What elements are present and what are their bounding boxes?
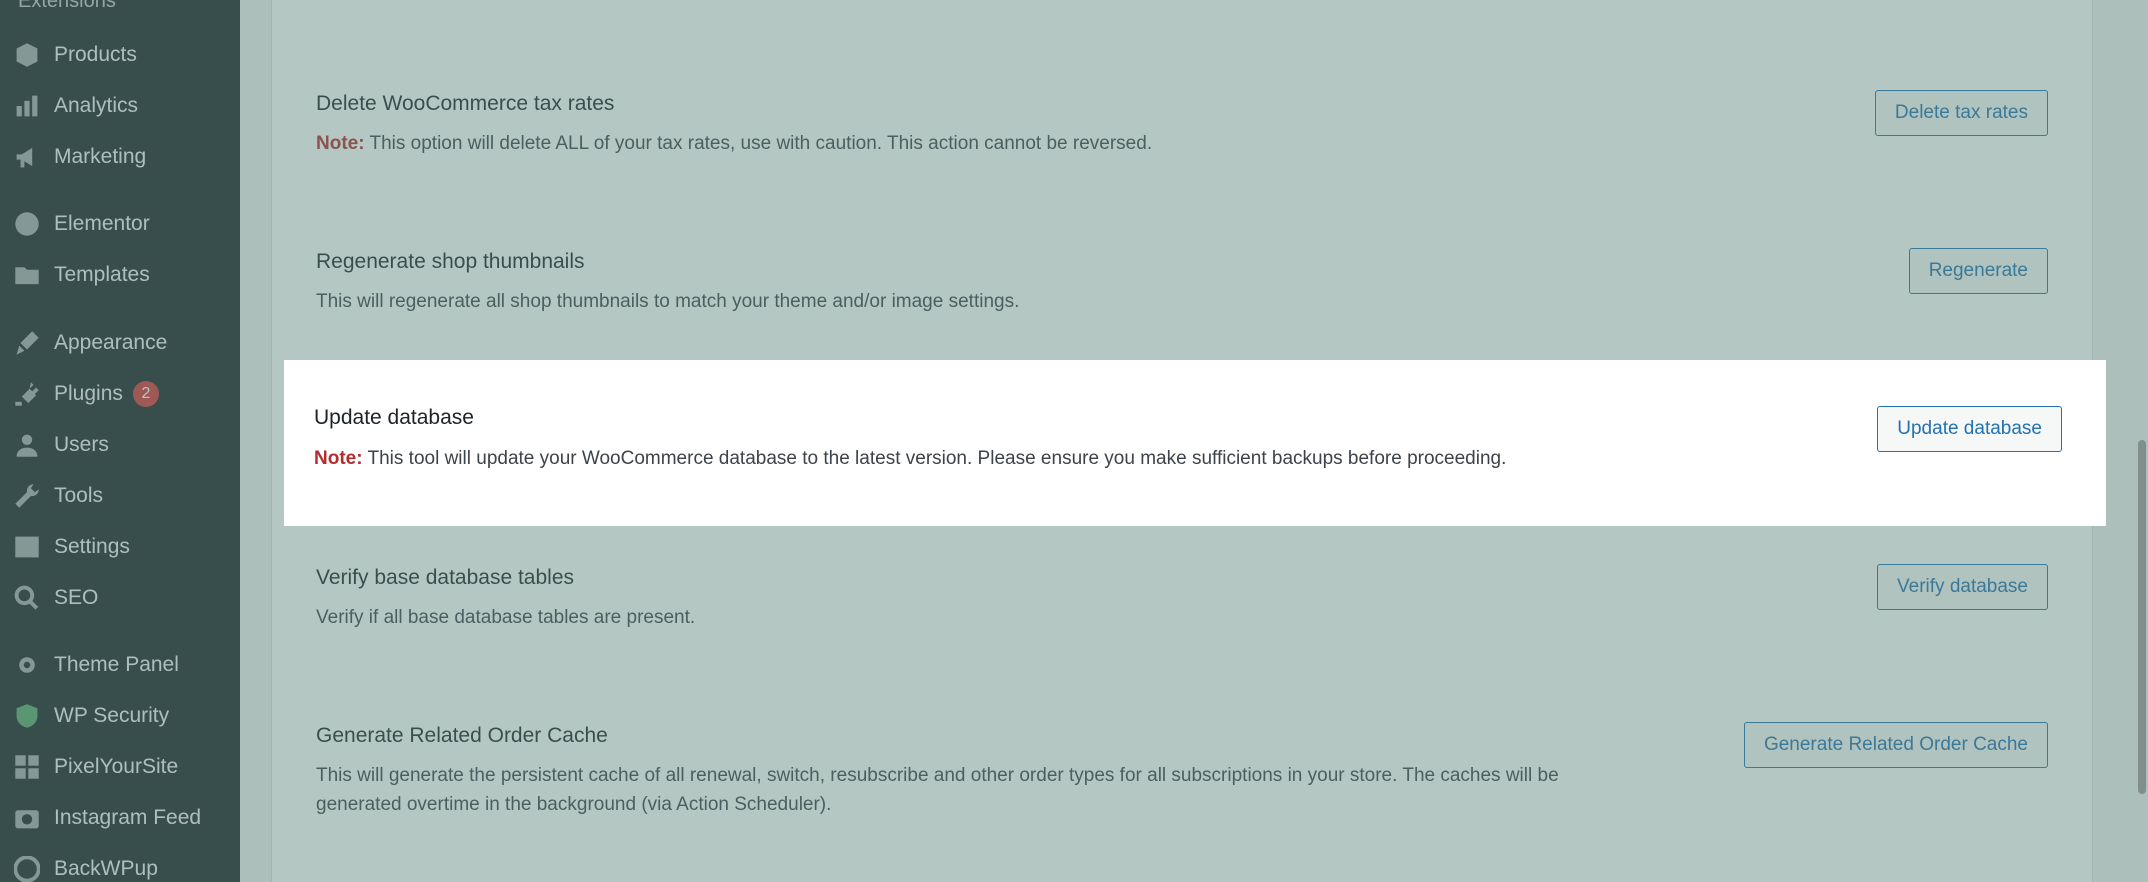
megaphone-icon [12,142,42,172]
sidebar-item-tools[interactable]: Tools [0,474,240,518]
folder-icon [12,260,42,290]
sidebar-item-label: Appearance [54,331,168,354]
user-icon [12,430,42,460]
generate-related-order-cache-button[interactable]: Generate Related Order Cache [1743,722,2048,768]
tool-description: This will regenerate all shop thumbnails… [316,291,1020,312]
sidebar-item-label: SEO [54,586,99,609]
sidebar-item-plugins[interactable]: Plugins 2 [0,372,240,416]
page-scrollbar[interactable] [2138,440,2146,794]
note-label: Note: [316,133,365,154]
sidebar-item-pixelyoursite[interactable]: PixelYourSite [0,745,240,789]
camera-icon [12,803,42,833]
paintbrush-icon [12,328,42,358]
verify-database-button[interactable]: Verify database [1877,564,2048,610]
sidebar-item-label: PixelYourSite [54,755,179,778]
tool-description-text: This option will delete ALL of your tax … [364,133,1153,154]
settings-icon [12,532,42,562]
gear-icon [12,650,42,680]
sidebar-item-marketing[interactable]: Marketing [0,135,240,179]
sidebar-item-appearance[interactable]: Appearance [0,321,240,365]
sidebar-item-seo[interactable]: SEO [0,576,240,620]
sidebar-item-products[interactable]: Products [0,33,240,77]
tool-row-regenerate-thumbnails: Regenerate shop thumbnails This will reg… [272,160,2092,360]
plugins-update-badge: 2 [132,381,159,407]
sidebar-item-settings[interactable]: Settings [0,525,240,569]
tool-description-text: This tool will update your WooCommerce d… [362,448,1507,469]
sidebar-item-label: Elementor [54,212,150,235]
tool-row-update-database: Update database Note: This tool will upd… [284,360,2106,526]
delete-tax-rates-button[interactable]: Delete tax rates [1874,90,2048,136]
sidebar-item-analytics[interactable]: Analytics [0,84,240,128]
tool-description: Verify if all base database tables are p… [316,607,696,628]
search-icon [12,583,42,613]
tool-row-verify-database: Verify base database tables Verify if al… [272,526,2092,676]
grid-icon [12,752,42,782]
sidebar-item-users[interactable]: Users [0,423,240,467]
sidebar-item-label: Products [54,43,137,66]
note-label: Note: [314,448,363,469]
tool-description: Note: This tool will update your WooComm… [314,444,1506,473]
tool-row-generate-related-order-cache: Generate Related Order Cache This will g… [272,676,2092,882]
sidebar-item-label: Plugins [54,382,123,405]
sidebar-item-label: WP Security [54,704,170,727]
plug-icon [12,379,42,409]
sidebar-item-elementor[interactable]: Elementor [0,202,240,246]
sidebar-item-templates[interactable]: Templates [0,253,240,297]
elementor-icon [12,209,42,239]
tool-description: This will generate the persistent cache … [316,765,1559,815]
sidebar-item-label: Analytics [54,94,139,117]
tool-title: Update database [314,406,474,429]
wrench-icon [12,481,42,511]
tool-title: Regenerate shop thumbnails [316,250,585,273]
sidebar-item-label: Users [54,433,109,456]
sidebar-item-label: Theme Panel [54,653,179,676]
sidebar-item-wp-security[interactable]: WP Security [0,694,240,738]
sidebar-item-label: Templates [54,263,150,286]
update-database-button[interactable]: Update database [1877,406,2062,452]
sidebar-item-label: Marketing [54,145,147,168]
box-icon [12,40,42,70]
tool-description: Note: This option will delete ALL of you… [316,129,1616,158]
sidebar-item-label: Instagram Feed [54,806,202,829]
sidebar-item-label: Tools [54,484,104,507]
tool-title: Verify base database tables [316,566,575,589]
tool-title: Generate Related Order Cache [316,724,608,747]
tool-title: Delete WooCommerce tax rates [316,92,615,115]
regenerate-button[interactable]: Regenerate [1908,248,2048,294]
shield-icon [12,701,42,731]
sidebar-item-theme-panel[interactable]: Theme Panel [0,643,240,687]
sidebar-item-label: Settings [54,535,130,558]
sidebar-item-instagram-feed[interactable]: Instagram Feed [0,796,240,840]
admin-sidebar: Extensions Products Analytics Marketing … [0,0,240,882]
backup-icon [12,854,42,882]
tool-row-delete-tax-rates: Delete WooCommerce tax rates Note: This … [272,0,2092,160]
sidebar-item-label: BackWPup [54,857,158,880]
sidebar-item-backwpup[interactable]: BackWPup [0,847,240,882]
bar-chart-icon [12,91,42,121]
sidebar-item-extensions[interactable]: Extensions [18,0,116,13]
